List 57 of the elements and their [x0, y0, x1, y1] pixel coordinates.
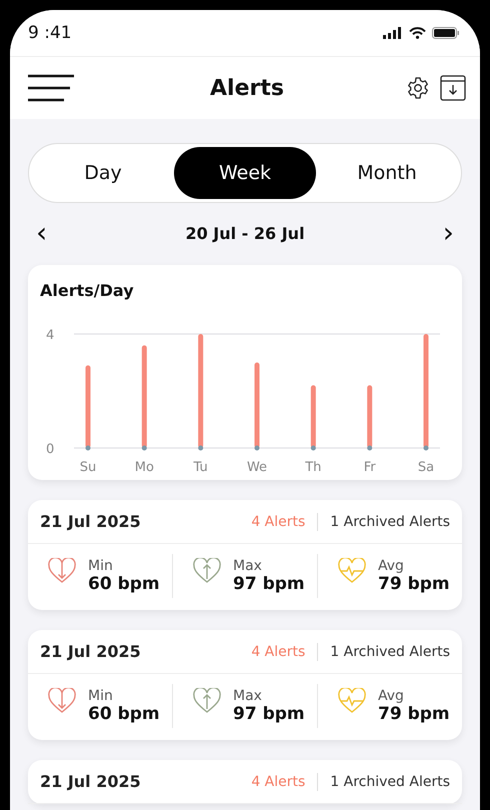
x-tick-label: Tu	[194, 460, 208, 472]
stat-value: 60 bpm	[88, 574, 160, 594]
day-card[interactable]: 21 Jul 2025 4 Alerts 1 Archived Alerts Min 60 bpm Max 97 bpm Avg 79 bpm	[28, 630, 462, 740]
archived-count: 1 Archived Alerts	[330, 514, 450, 530]
alert-count: 4 Alerts	[251, 644, 306, 660]
alert-count: 4 Alerts	[251, 774, 306, 790]
alert-count: 4 Alerts	[251, 514, 306, 530]
stat-value: 97 bpm	[233, 574, 305, 594]
signal-icon	[383, 27, 403, 39]
baseline-dot	[367, 446, 372, 450]
period-tab[interactable]: Day	[32, 147, 174, 199]
archived-count: 1 Archived Alerts	[330, 644, 450, 660]
baseline-dot	[424, 446, 428, 450]
bar	[367, 385, 372, 448]
x-tick-label: Sa	[418, 460, 434, 472]
battery-icon	[432, 27, 460, 39]
x-tick-label: We	[246, 460, 268, 472]
day-card[interactable]: 21 Jul 2025 4 Alerts 1 Archived Alerts	[28, 760, 462, 804]
previous-button[interactable]: ‹	[28, 219, 56, 247]
period-tab[interactable]: Month	[316, 147, 458, 199]
archived-count: 1 Archived Alerts	[330, 774, 450, 790]
next-button[interactable]: ›	[434, 219, 462, 247]
x-tick-label: Su	[80, 460, 96, 472]
date-range: 20 Jul - 26 Jul	[185, 224, 305, 242]
stat-value: 97 bpm	[233, 704, 305, 724]
wifi-icon	[409, 27, 426, 39]
stat-label: Avg	[378, 688, 405, 704]
menu-icon[interactable]	[28, 74, 76, 102]
y-tick-label: 4	[46, 328, 54, 343]
page-title: Alerts	[209, 76, 285, 100]
y-tick-label: 0	[46, 442, 54, 457]
baseline-dot	[254, 446, 260, 450]
day-date: 21 Jul 2025	[40, 772, 142, 791]
day-date: 21 Jul 2025	[40, 512, 142, 531]
settings-icon[interactable]	[406, 76, 430, 100]
stat-value: 79 bpm	[378, 574, 450, 594]
status-time: 9 :41	[28, 23, 72, 43]
stat-label: Max	[233, 688, 263, 704]
chart-title: Alerts/Day	[40, 281, 135, 300]
stat-label: Min	[88, 688, 114, 704]
stat-value: 60 bpm	[88, 704, 160, 724]
baseline-dot	[310, 446, 316, 450]
bar	[310, 385, 316, 448]
stat-label: Max	[233, 558, 263, 574]
day-date: 21 Jul 2025	[40, 642, 142, 661]
stat-label: Avg	[378, 558, 405, 574]
x-tick-label: Fr	[364, 460, 376, 472]
day-card[interactable]: 21 Jul 2025 4 Alerts 1 Archived Alerts Min 60 bpm Max 97 bpm Avg 79 bpm	[28, 500, 462, 610]
period-tab[interactable]: Week	[174, 147, 316, 199]
archive-download-icon[interactable]	[440, 75, 466, 101]
stat-value: 79 bpm	[378, 704, 450, 724]
baseline-dot	[198, 446, 204, 450]
baseline-dot	[86, 446, 90, 450]
x-tick-label: Mo	[134, 460, 154, 472]
x-tick-label: Th	[305, 460, 322, 472]
stat-label: Min	[88, 558, 114, 574]
baseline-dot	[142, 446, 147, 450]
